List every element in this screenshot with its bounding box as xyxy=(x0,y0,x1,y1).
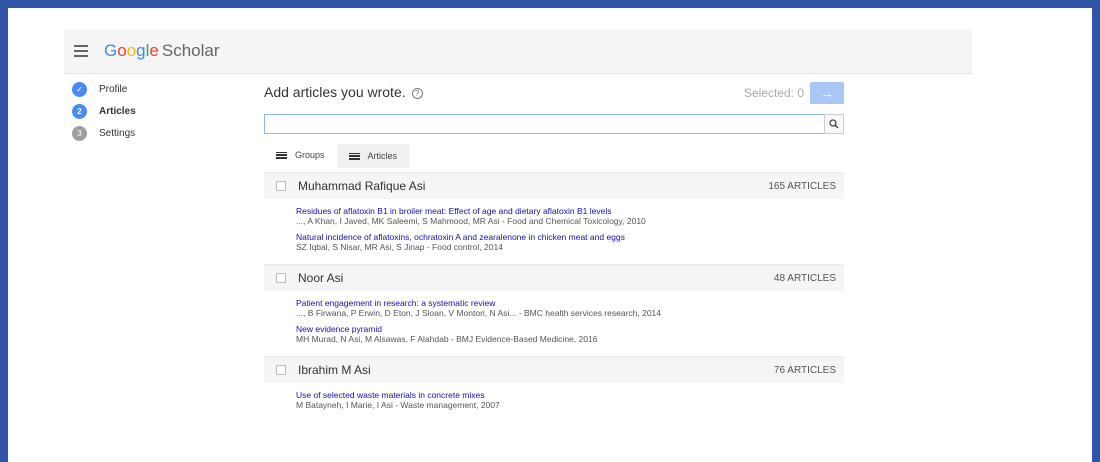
article-title-link[interactable]: Natural incidence of aflatoxins, ochrato… xyxy=(296,232,844,242)
articles-header: Add articles you wrote.? Selected: 0 → xyxy=(264,82,844,104)
list-item: Use of selected waste materials in concr… xyxy=(296,390,844,410)
hamburger-menu-icon[interactable] xyxy=(74,45,88,57)
step-articles[interactable]: 2 Articles xyxy=(72,100,136,122)
list-icon xyxy=(276,151,287,159)
article-title-link[interactable]: Use of selected waste materials in concr… xyxy=(296,390,844,400)
list-item: Patient engagement in research: a system… xyxy=(296,298,844,318)
tab-articles[interactable]: Articles xyxy=(336,144,410,168)
search-bar xyxy=(264,114,844,134)
screenshot-frame: Google Scholar ✓ Profile 2 Articles 3 Set… xyxy=(8,8,1092,462)
article-count: 48 ARTICLES xyxy=(773,272,836,284)
group-header[interactable]: Muhammad Rafique Asi 165 ARTICLES xyxy=(264,172,844,199)
article-count: 76 ARTICLES xyxy=(773,364,836,376)
check-icon: ✓ xyxy=(72,81,87,97)
tab-groups[interactable]: Groups xyxy=(264,144,337,168)
article-meta: ..., B Firwana, P Erwin, D Eton, J Sloan… xyxy=(296,308,662,318)
logo-letter: o xyxy=(126,41,137,60)
logo-letter: g xyxy=(136,41,146,60)
article-title-link[interactable]: Patient engagement in research: a system… xyxy=(296,298,844,308)
step-number: 2 xyxy=(72,103,87,119)
list-item: Residues of aflatoxin B1 in broiler meat… xyxy=(296,206,844,226)
google-scholar-logo[interactable]: Google Scholar xyxy=(104,41,220,61)
author-name: Muhammad Rafique Asi xyxy=(298,179,426,193)
author-name: Ibrahim M Asi xyxy=(298,363,371,377)
next-arrow-button[interactable]: → xyxy=(810,82,844,104)
list-item: New evidence pyramid MH Murad, N Asi, M … xyxy=(296,324,844,344)
author-name: Noor Asi xyxy=(298,271,344,285)
author-group: Noor Asi 48 ARTICLES Patient engagement … xyxy=(264,264,844,356)
search-input[interactable] xyxy=(264,114,824,134)
step-label: Settings xyxy=(99,127,136,139)
logo-letter: e xyxy=(149,41,159,60)
page-title-text: Add articles you wrote. xyxy=(264,84,406,100)
article-title-link[interactable]: New evidence pyramid xyxy=(296,324,844,334)
article-meta: ..., A Khan, I Javed, MK Saleemi, S Mahm… xyxy=(296,216,646,226)
group-checkbox[interactable] xyxy=(276,181,286,191)
group-checkbox[interactable] xyxy=(276,273,286,283)
view-tabs: Groups Articles xyxy=(264,144,410,168)
group-header[interactable]: Ibrahim M Asi 76 ARTICLES xyxy=(264,356,844,383)
article-meta: M Batayneh, I Marie, I Asi - Waste manag… xyxy=(296,400,500,410)
selected-count: Selected: 0 xyxy=(743,86,804,100)
logo-letter: G xyxy=(104,41,118,60)
group-header[interactable]: Noor Asi 48 ARTICLES xyxy=(264,264,844,291)
list-item: Natural incidence of aflatoxins, ochrato… xyxy=(296,232,844,252)
tab-label: Groups xyxy=(295,150,325,160)
help-icon[interactable]: ? xyxy=(411,88,423,99)
article-list: Residues of aflatoxin B1 in broiler meat… xyxy=(264,199,844,264)
step-profile[interactable]: ✓ Profile xyxy=(72,78,136,100)
article-title-link[interactable]: Residues of aflatoxin B1 in broiler meat… xyxy=(296,206,844,216)
list-icon xyxy=(348,152,360,160)
logo-scholar-text: Scholar xyxy=(161,41,220,60)
setup-steps: ✓ Profile 2 Articles 3 Settings xyxy=(72,78,136,144)
article-list: Use of selected waste materials in concr… xyxy=(264,383,844,422)
article-meta: MH Murad, N Asi, M Alsawas, F Alahdab - … xyxy=(296,334,598,344)
step-number: 3 xyxy=(72,125,87,141)
author-group: Muhammad Rafique Asi 165 ARTICLES Residu… xyxy=(264,172,844,264)
logo-letter: o xyxy=(117,41,127,60)
author-group: Ibrahim M Asi 76 ARTICLES Use of selecte… xyxy=(264,356,844,422)
article-meta: SZ Iqbal, S Nisar, MR Asi, S Jinap - Foo… xyxy=(296,242,503,252)
step-label: Articles xyxy=(99,105,136,117)
app-bar: Google Scholar xyxy=(64,30,972,74)
article-count: 165 ARTICLES xyxy=(768,180,836,192)
step-settings[interactable]: 3 Settings xyxy=(72,122,136,144)
group-checkbox[interactable] xyxy=(276,365,286,375)
step-label: Profile xyxy=(99,83,128,95)
search-icon xyxy=(829,119,839,129)
tab-label: Articles xyxy=(367,151,398,161)
page-title: Add articles you wrote.? xyxy=(264,84,423,100)
search-button[interactable] xyxy=(824,114,844,134)
article-list: Patient engagement in research: a system… xyxy=(264,291,844,356)
author-groups: Muhammad Rafique Asi 165 ARTICLES Residu… xyxy=(264,172,844,422)
